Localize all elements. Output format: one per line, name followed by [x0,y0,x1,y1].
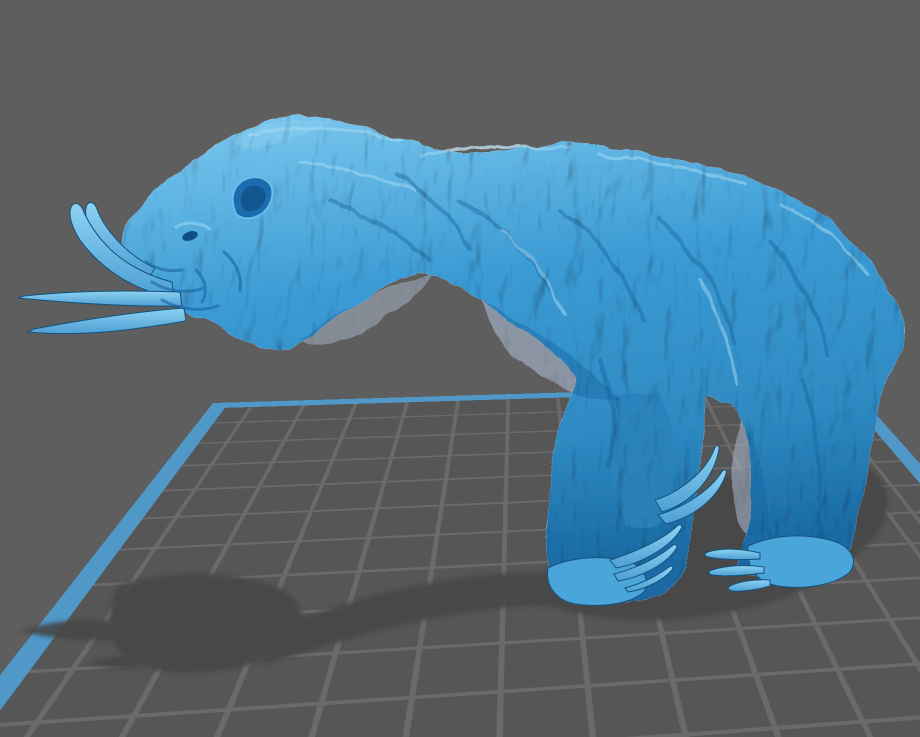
creature-model[interactable] [0,0,920,737]
hind-claw [709,566,764,576]
lower-tusk-upper [18,291,182,306]
lower-tusk-lower [28,308,186,334]
front-foot [548,558,647,606]
hind-claw [728,580,770,591]
viewport-3d[interactable] [0,0,920,737]
